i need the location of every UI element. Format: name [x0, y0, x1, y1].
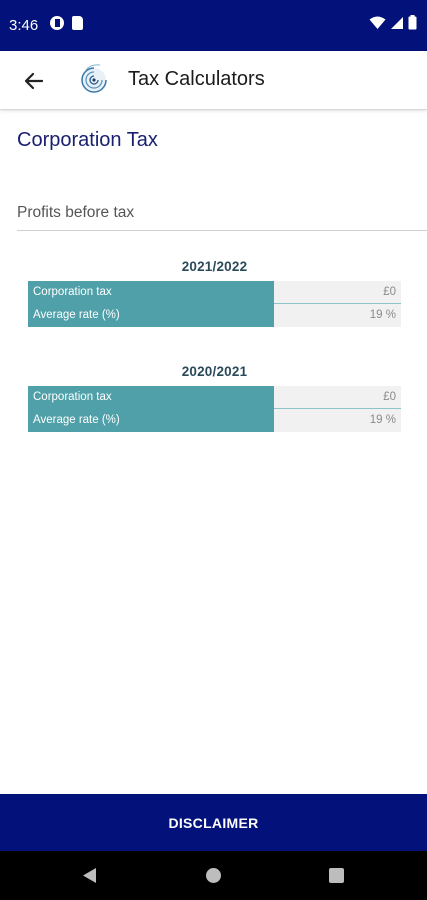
results-2020-2021: 2020/2021 Corporation tax £0 Average rat… — [28, 364, 401, 432]
row-label: Average rate (%) — [28, 409, 274, 432]
disclaimer-button[interactable]: DISCLAIMER — [0, 794, 427, 851]
system-nav-bar — [0, 851, 427, 900]
table-row: Average rate (%) 19 % — [28, 409, 401, 432]
row-value: 19 % — [274, 409, 401, 432]
row-label: Corporation tax — [28, 386, 274, 409]
wifi-icon — [369, 16, 386, 29]
page-title: Corporation Tax — [17, 129, 158, 151]
profits-before-tax-input[interactable] — [17, 196, 427, 231]
nav-home-icon[interactable] — [206, 868, 221, 883]
status-bar: 3:46 — [0, 0, 427, 51]
app-title: Tax Calculators — [128, 68, 265, 90]
row-label: Average rate (%) — [28, 304, 274, 327]
row-value: £0 — [274, 386, 401, 409]
app-logo — [81, 64, 107, 93]
row-label: Corporation tax — [28, 281, 274, 304]
year-label: 2021/2022 — [181, 259, 248, 274]
results-2021-2022: 2021/2022 Corporation tax £0 Average rat… — [28, 259, 401, 327]
notification-icon — [50, 16, 64, 30]
status-time: 3:46 — [9, 17, 39, 34]
battery-icon — [408, 15, 417, 30]
year-label: 2020/2021 — [181, 364, 248, 379]
row-value: £0 — [274, 281, 401, 304]
row-value: 19 % — [274, 304, 401, 327]
nav-recents-icon[interactable] — [329, 868, 344, 883]
signal-icon — [391, 16, 403, 29]
app-bar: Tax Calculators — [0, 51, 427, 110]
sim-card-icon — [72, 16, 83, 30]
table-row: Corporation tax £0 — [28, 281, 401, 304]
nav-back-icon[interactable] — [82, 867, 97, 884]
table-row: Corporation tax £0 — [28, 386, 401, 409]
back-arrow-icon[interactable] — [18, 65, 50, 97]
table-row: Average rate (%) 19 % — [28, 304, 401, 327]
